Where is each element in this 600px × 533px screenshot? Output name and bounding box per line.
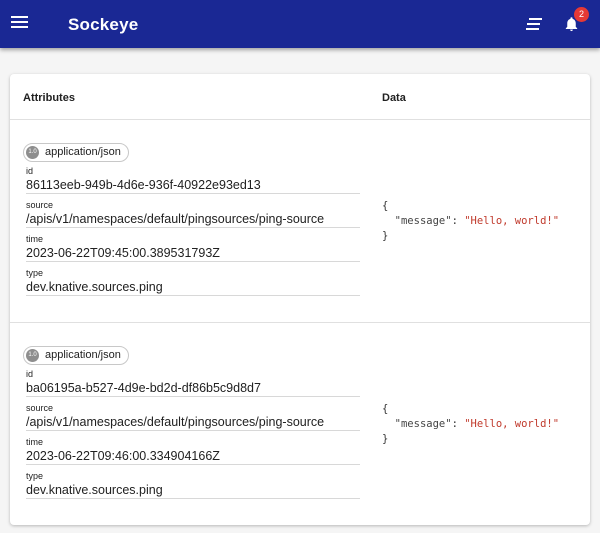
type-field: type dev.knative.sources.ping (26, 268, 360, 296)
time-value: 2023-06-22T09:46:00.334904166Z (26, 449, 220, 463)
content-type-label: application/json (45, 349, 121, 361)
source-field: source /apis/v1/namespaces/default/pings… (26, 200, 360, 228)
id-value: ba06195a-b527-4d9e-bd2d-df86b5c9d8d7 (26, 381, 261, 395)
content-type-chip[interactable]: 1.0 application/json (23, 346, 129, 365)
time-value: 2023-06-22T09:45:00.389531793Z (26, 246, 220, 260)
json-separator: : (451, 418, 465, 430)
time-label: time (26, 234, 44, 244)
source-label: source (26, 403, 54, 413)
time-label: time (26, 437, 44, 447)
json-close-brace: } (382, 433, 389, 445)
json-string-value: "Hello, world!" (464, 418, 560, 430)
json-string-value: "Hello, world!" (464, 215, 560, 227)
json-close-brace: } (382, 230, 389, 242)
content-type-label: application/json (45, 146, 121, 158)
app-title: Sockeye (68, 15, 139, 34)
table-header: Attributes Data (10, 74, 590, 120)
type-value: dev.knative.sources.ping (26, 483, 163, 497)
clear-all-icon[interactable] (526, 17, 542, 31)
notification-badge: 2 (574, 7, 589, 22)
event-data-json: { "message": "Hello, world!" } (382, 402, 559, 447)
type-label: type (26, 268, 44, 278)
id-label: id (26, 166, 34, 176)
menu-icon[interactable] (11, 16, 28, 30)
id-label: id (26, 369, 34, 379)
type-field: type dev.knative.sources.ping (26, 471, 360, 499)
json-open-brace: { (382, 403, 389, 415)
json-key: "message" (394, 215, 452, 227)
time-field: time 2023-06-22T09:46:00.334904166Z (26, 437, 360, 465)
data-column-header: Data (382, 92, 406, 104)
table-row: 1.0 application/json id ba06195a-b527-4d… (10, 323, 590, 525)
content-type-chip[interactable]: 1.0 application/json (23, 143, 129, 162)
json-open-brace: { (382, 200, 389, 212)
table-row: 1.0 application/json id 86113eeb-949b-4d… (10, 120, 590, 323)
source-field: source /apis/v1/namespaces/default/pings… (26, 403, 360, 431)
attributes-column-header: Attributes (23, 92, 75, 104)
events-table: Attributes Data 1.0 application/json id … (10, 74, 590, 525)
event-data-json: { "message": "Hello, world!" } (382, 199, 559, 244)
json-separator: : (451, 215, 465, 227)
time-field: time 2023-06-22T09:45:00.389531793Z (26, 234, 360, 262)
source-label: source (26, 200, 54, 210)
id-field: id ba06195a-b527-4d9e-bd2d-df86b5c9d8d7 (26, 369, 360, 397)
app-bar: Sockeye 2 (0, 0, 600, 48)
type-value: dev.knative.sources.ping (26, 280, 163, 294)
source-value: /apis/v1/namespaces/default/pingsources/… (26, 212, 325, 226)
id-field: id 86113eeb-949b-4d6e-936f-40922e93ed13 (26, 166, 360, 194)
type-label: type (26, 471, 44, 481)
json-key: "message" (394, 418, 452, 430)
spec-version-avatar: 1.0 (26, 146, 39, 159)
source-value: /apis/v1/namespaces/default/pingsources/… (26, 415, 325, 429)
id-value: 86113eeb-949b-4d6e-936f-40922e93ed13 (26, 178, 261, 192)
spec-version-avatar: 1.0 (26, 349, 39, 362)
